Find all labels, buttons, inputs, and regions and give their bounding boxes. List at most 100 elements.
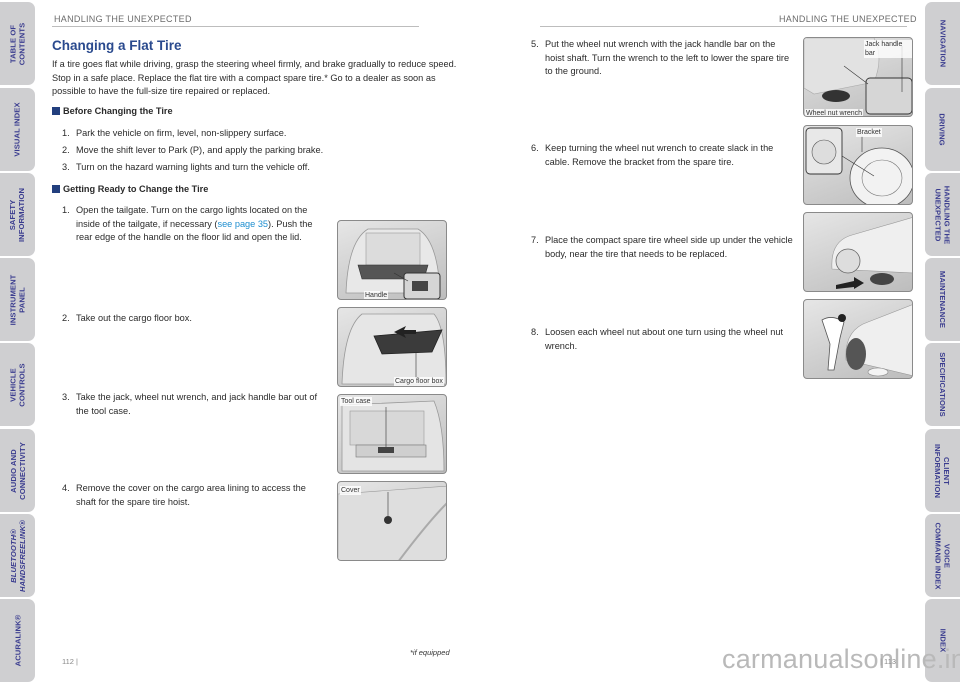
tab-driving[interactable]: DRIVING	[925, 88, 960, 171]
tab-label: CLIENT INFORMATION	[933, 443, 952, 498]
tab-label: HANDLING THE UNEXPECTED	[933, 185, 952, 244]
step-text: Keep turning the wheel nut wrench to cre…	[545, 143, 774, 167]
step-number: 5.	[531, 39, 539, 49]
tab-maintenance[interactable]: MAINTENANCE	[925, 258, 960, 341]
right-section-tabs: NAVIGATION DRIVING HANDLING THE UNEXPECT…	[925, 0, 960, 684]
list-item: 4. Remove the cover on the cargo area li…	[62, 482, 327, 509]
list-item: 7. Place the compact spare tire wheel si…	[531, 234, 793, 261]
step-text: Open the tailgate. Turn on the cargo lig…	[76, 204, 322, 245]
tab-vehicle-controls[interactable]: VEHICLE CONTROLS	[0, 343, 35, 426]
tab-voice-command-index[interactable]: VOICE COMMAND INDEX	[925, 514, 960, 597]
page-title: Changing a Flat Tire	[52, 38, 182, 53]
step-text: Move the shift lever to Park (P), and ap…	[76, 145, 324, 155]
page-number-right: | 113	[880, 657, 896, 666]
tab-label: VEHICLE CONTROLS	[8, 362, 27, 407]
tab-label: TABLE OF CONTENTS	[8, 22, 27, 65]
step-text: Loosen each wheel nut about one turn usi…	[545, 327, 784, 351]
tab-label: BLUETOOTH® HANDSFREELINK®	[8, 519, 27, 592]
list-item: 1. Open the tailgate. Turn on the cargo …	[62, 204, 322, 245]
step-number: 2.	[62, 313, 70, 323]
figure-callout: Jack handle bar	[864, 40, 912, 58]
tab-label: ACURALINK®	[13, 614, 23, 667]
figure-tool-case: Tool case	[337, 394, 447, 474]
tab-instrument-panel[interactable]: INSTRUMENT PANEL	[0, 258, 35, 341]
tab-specifications[interactable]: SPECIFICATIONS	[925, 343, 960, 426]
tab-acuralink[interactable]: ACURALINK®	[0, 599, 35, 682]
step-number: 1.	[62, 205, 70, 215]
tab-label: DRIVING	[938, 113, 947, 146]
figure-callout: Tool case	[340, 397, 372, 406]
tab-audio-and-connectivity[interactable]: AUDIO AND CONNECTIVITY	[0, 429, 35, 512]
header-divider-left	[52, 26, 419, 27]
section-heading-text: Getting Ready to Change the Tire	[63, 184, 209, 194]
section-heading-text: Before Changing the Tire	[63, 106, 173, 116]
figure-jack-handle-bar: Jack handle bar Wheel nut wrench	[803, 37, 913, 117]
list-item: 1. Park the vehicle on firm, level, non-…	[62, 127, 352, 141]
list-item: 5. Put the wheel nut wrench with the jac…	[531, 38, 793, 79]
cargo-area-illustration	[345, 228, 441, 299]
tab-bluetooth-handsfreelink[interactable]: BLUETOOTH® HANDSFREELINK®	[0, 514, 35, 597]
tab-safety-information[interactable]: SAFETY INFORMATION	[0, 173, 35, 256]
footnote-if-equipped: *if equipped	[410, 648, 450, 657]
cargo-floor-box-illustration	[341, 313, 446, 385]
see-page-link[interactable]: see page 35	[217, 219, 268, 229]
step-text: Put the wheel nut wrench with the jack h…	[545, 39, 790, 77]
tab-client-information[interactable]: CLIENT INFORMATION	[925, 429, 960, 512]
step-number: 7.	[531, 235, 539, 245]
figure-bracket: Bracket	[803, 125, 913, 205]
step-text: Park the vehicle on firm, level, non-sli…	[76, 128, 287, 138]
step-number: 8.	[531, 327, 539, 337]
left-section-tabs: TABLE OF CONTENTS VISUAL INDEX SAFETY IN…	[0, 0, 35, 684]
step-text: Place the compact spare tire wheel side …	[545, 235, 793, 259]
watermark: carmanualsonline.info	[722, 644, 960, 674]
tab-label: VOICE COMMAND INDEX	[933, 521, 952, 590]
spare-under-vehicle-illustration	[831, 217, 912, 289]
tab-label: INSTRUMENT PANEL	[8, 274, 27, 325]
running-header-right: HANDLING THE UNEXPECTED	[779, 14, 917, 24]
section-heading-getting-ready: Getting Ready to Change the Tire	[52, 184, 208, 194]
list-item: 6. Keep turning the wheel nut wrench to …	[531, 142, 799, 169]
header-divider-right	[540, 26, 907, 27]
tab-label: SAFETY INFORMATION	[8, 187, 27, 242]
bracket-removal-illustration	[805, 127, 912, 204]
figure-loosen-wheel-nuts	[803, 299, 913, 379]
tab-table-of-contents[interactable]: TABLE OF CONTENTS	[0, 2, 35, 85]
figure-cargo-floor-box: Cargo floor box	[337, 307, 447, 387]
figure-cargo-handle: Handle	[337, 220, 447, 300]
step-number: 1.	[62, 128, 70, 138]
step-number: 2.	[62, 145, 70, 155]
tool-case-illustration	[341, 400, 445, 472]
intro-paragraph: If a tire goes flat while driving, grasp…	[52, 59, 457, 97]
tab-label: AUDIO AND CONNECTIVITY	[8, 441, 27, 500]
step-text: Take out the cargo floor box.	[76, 313, 192, 323]
tab-visual-index[interactable]: VISUAL INDEX	[0, 88, 35, 171]
step-number: 6.	[531, 143, 539, 153]
step-text: Take the jack, wheel nut wrench, and jac…	[76, 392, 318, 416]
figure-callout: Wheel nut wrench	[805, 109, 864, 117]
step-text: Turn on the hazard warning lights and tu…	[76, 162, 310, 172]
tab-navigation[interactable]: NAVIGATION	[925, 2, 960, 85]
list-item: 8. Loosen each wheel nut about one turn …	[531, 326, 793, 353]
list-item: 3. Turn on the hazard warning lights and…	[62, 161, 352, 175]
figure-callout: Bracket	[856, 128, 882, 137]
step-number: 3.	[62, 392, 70, 402]
loosen-nuts-illustration	[821, 304, 912, 377]
running-header-left: HANDLING THE UNEXPECTED	[54, 14, 192, 24]
page-number-left: 112 |	[62, 657, 78, 666]
step-text: Remove the cover on the cargo area linin…	[76, 483, 306, 507]
tab-label: VISUAL INDEX	[13, 102, 23, 157]
section-square-icon	[52, 185, 60, 193]
figure-cover: Cover	[337, 481, 447, 561]
section-square-icon	[52, 107, 60, 115]
list-item: 2. Move the shift lever to Park (P), and…	[62, 144, 362, 158]
figure-callout: Cover	[340, 486, 361, 495]
figure-place-spare-tire	[803, 212, 913, 292]
tab-label: NAVIGATION	[938, 19, 948, 68]
tab-label: SPECIFICATIONS	[938, 352, 948, 417]
step-number: 4.	[62, 483, 70, 493]
list-item: 2. Take out the cargo floor box.	[62, 312, 322, 326]
figure-callout: Cargo floor box	[394, 377, 444, 386]
figure-callout: Handle	[364, 291, 389, 299]
tab-handling-the-unexpected[interactable]: HANDLING THE UNEXPECTED	[925, 173, 960, 256]
step-number: 3.	[62, 162, 70, 172]
